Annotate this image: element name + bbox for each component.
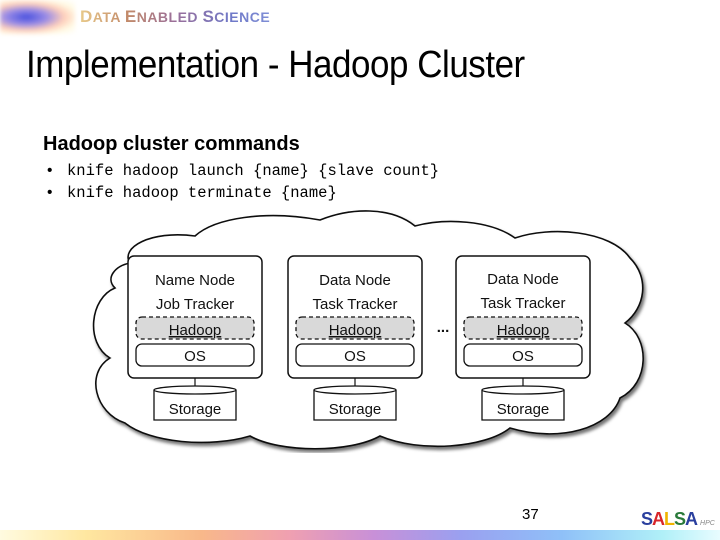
bullet-icon: •	[47, 184, 53, 201]
logo-letter: L	[664, 509, 675, 529]
os-layer-label: OS	[512, 348, 534, 365]
hadoop-layer-label: Hadoop	[497, 322, 550, 339]
logo-cap-s: S	[202, 7, 215, 26]
logo-letter: A	[652, 509, 665, 529]
hadoop-layer-label: Hadoop	[329, 322, 382, 339]
storage-cylinder: Storage	[481, 385, 565, 421]
node-tracker-label: Task Tracker	[312, 296, 397, 313]
data-enabled-science-logo-icon	[0, 0, 75, 34]
logo-cap-e: E	[124, 7, 137, 26]
logo-letter: S	[641, 509, 653, 529]
logo-cap-d: D	[80, 7, 93, 26]
logo-word-rest: CIENCE	[214, 9, 271, 25]
list-item: • knife hadoop terminate {name}	[47, 182, 439, 204]
hadoop-cluster-diagram: Name Node Job Tracker Hadoop OS Storage …	[92, 210, 644, 450]
os-layer-label: OS	[344, 348, 366, 365]
logo-suffix: HPC	[700, 520, 715, 527]
slide-title: Implementation - Hadoop Cluster	[26, 44, 525, 86]
node-role-label: Name Node	[155, 272, 235, 289]
os-layer-label: OS	[184, 348, 206, 365]
data-enabled-science-logo-text: DATA ENABLED SCIENCE	[80, 7, 270, 27]
storage-label: Storage	[497, 401, 550, 418]
node-tracker-label: Task Tracker	[480, 295, 565, 312]
footer-gradient-bar	[0, 530, 720, 540]
salsa-hpc-logo: SALSA HPC	[641, 509, 715, 530]
section-heading: Hadoop cluster commands	[43, 133, 300, 155]
command-text: knife hadoop launch {name} {slave count}	[67, 162, 440, 180]
command-list: • knife hadoop launch {name} {slave count…	[47, 160, 439, 204]
bullet-icon: •	[47, 162, 53, 179]
node-role-label: Data Node	[487, 271, 559, 288]
storage-label: Storage	[329, 401, 382, 418]
storage-cylinder: Storage	[153, 385, 237, 421]
node-tracker-label: Job Tracker	[156, 296, 234, 313]
storage-label: Storage	[169, 401, 222, 418]
node-role-label: Data Node	[319, 272, 391, 289]
storage-cylinder: Storage	[313, 385, 397, 421]
list-item: • knife hadoop launch {name} {slave count…	[47, 160, 439, 182]
page-number: 37	[522, 506, 539, 523]
logo-letter: S	[674, 509, 686, 529]
hadoop-layer-label: Hadoop	[169, 322, 222, 339]
logo-word-rest: ATA	[92, 9, 125, 25]
command-text: knife hadoop terminate {name}	[67, 184, 337, 202]
ellipsis-label: ...	[437, 319, 450, 336]
logo-letter: A	[685, 509, 698, 529]
logo-word-rest: NABLED	[136, 9, 203, 25]
